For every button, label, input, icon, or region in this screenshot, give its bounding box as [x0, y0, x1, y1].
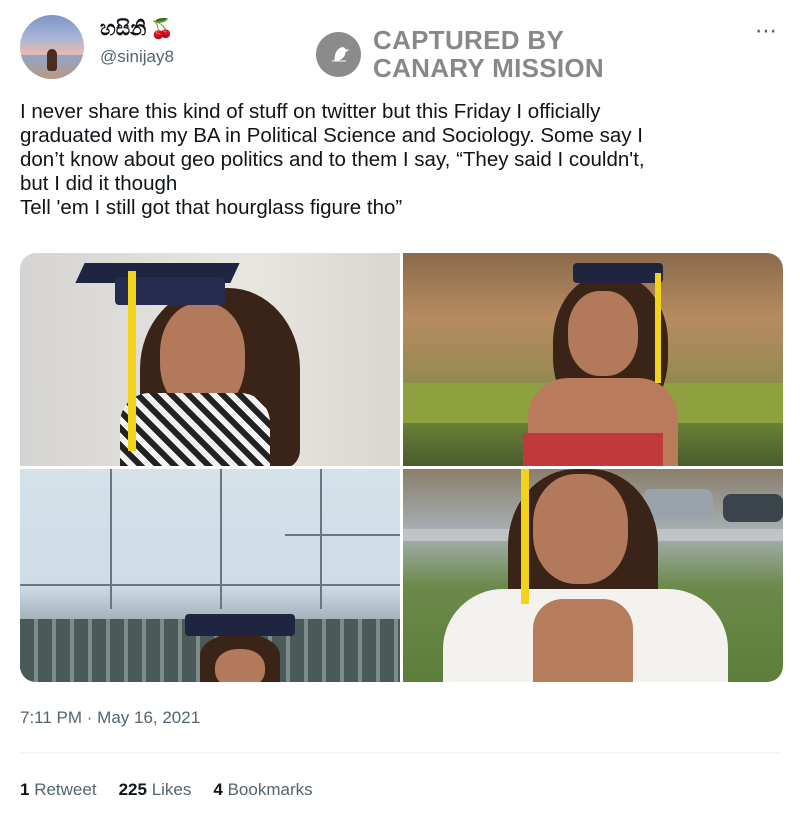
- glass-line: [285, 534, 400, 536]
- tweet-timestamp[interactable]: 7:11 PM · May 16, 2021: [20, 708, 200, 728]
- cap-board-shape: [573, 263, 663, 283]
- retweets-label: Retweet: [34, 780, 97, 799]
- likes-stat[interactable]: 225 Likes: [119, 780, 192, 800]
- face-shape: [533, 474, 628, 584]
- avatar-figure: [47, 49, 57, 71]
- tassel-shape: [655, 273, 661, 383]
- face-shape: [215, 649, 265, 682]
- tweet-text: I never share this kind of stuff on twit…: [20, 100, 645, 219]
- cherry-icon: 🍒: [150, 17, 175, 40]
- canary-logo-icon: [316, 31, 361, 77]
- keffiyeh-shape: [120, 393, 270, 466]
- graduation-zoom-photo[interactable]: [20, 253, 400, 466]
- more-icon[interactable]: ⋯: [755, 18, 778, 44]
- glass-line: [320, 469, 322, 609]
- face-shape: [568, 291, 638, 376]
- graduation-outdoor-photo[interactable]: [403, 469, 783, 682]
- bookmarks-label: Bookmarks: [227, 780, 313, 799]
- graduation-building-photo[interactable]: [20, 469, 400, 682]
- avatar[interactable]: [20, 15, 84, 79]
- author-handle[interactable]: @sinijay8: [100, 47, 174, 67]
- tweet-stats: 1 Retweet 225 Likes 4 Bookmarks: [20, 780, 313, 800]
- graduation-tree-photo[interactable]: [403, 253, 783, 466]
- glass-line: [20, 584, 400, 586]
- bookmarks-stat[interactable]: 4 Bookmarks: [213, 780, 312, 800]
- bookmarks-count: 4: [213, 780, 223, 799]
- glass-line: [220, 469, 222, 609]
- media-grid: [20, 253, 783, 682]
- retweets-count: 1: [20, 780, 30, 799]
- divider: [20, 752, 780, 753]
- neck-shape: [533, 599, 633, 682]
- author-name[interactable]: හසිනි 🍒: [100, 16, 174, 40]
- retweets-stat[interactable]: 1 Retweet: [20, 780, 97, 800]
- tassel-shape: [128, 271, 136, 451]
- canary-mission-watermark: CAPTURED BY CANARY MISSION: [316, 26, 604, 82]
- glass-line: [110, 469, 112, 609]
- cap-board-shape: [185, 614, 295, 636]
- author-display-name: හසිනි: [100, 16, 147, 40]
- watermark-line-1: CAPTURED BY: [373, 25, 565, 55]
- car-shape: [723, 494, 783, 522]
- dress-shape: [523, 433, 663, 466]
- watermark-line-2: CANARY MISSION: [373, 53, 605, 83]
- tassel-shape: [521, 469, 529, 604]
- likes-count: 225: [118, 780, 147, 799]
- car-shape: [643, 489, 713, 519]
- likes-label: Likes: [151, 780, 192, 799]
